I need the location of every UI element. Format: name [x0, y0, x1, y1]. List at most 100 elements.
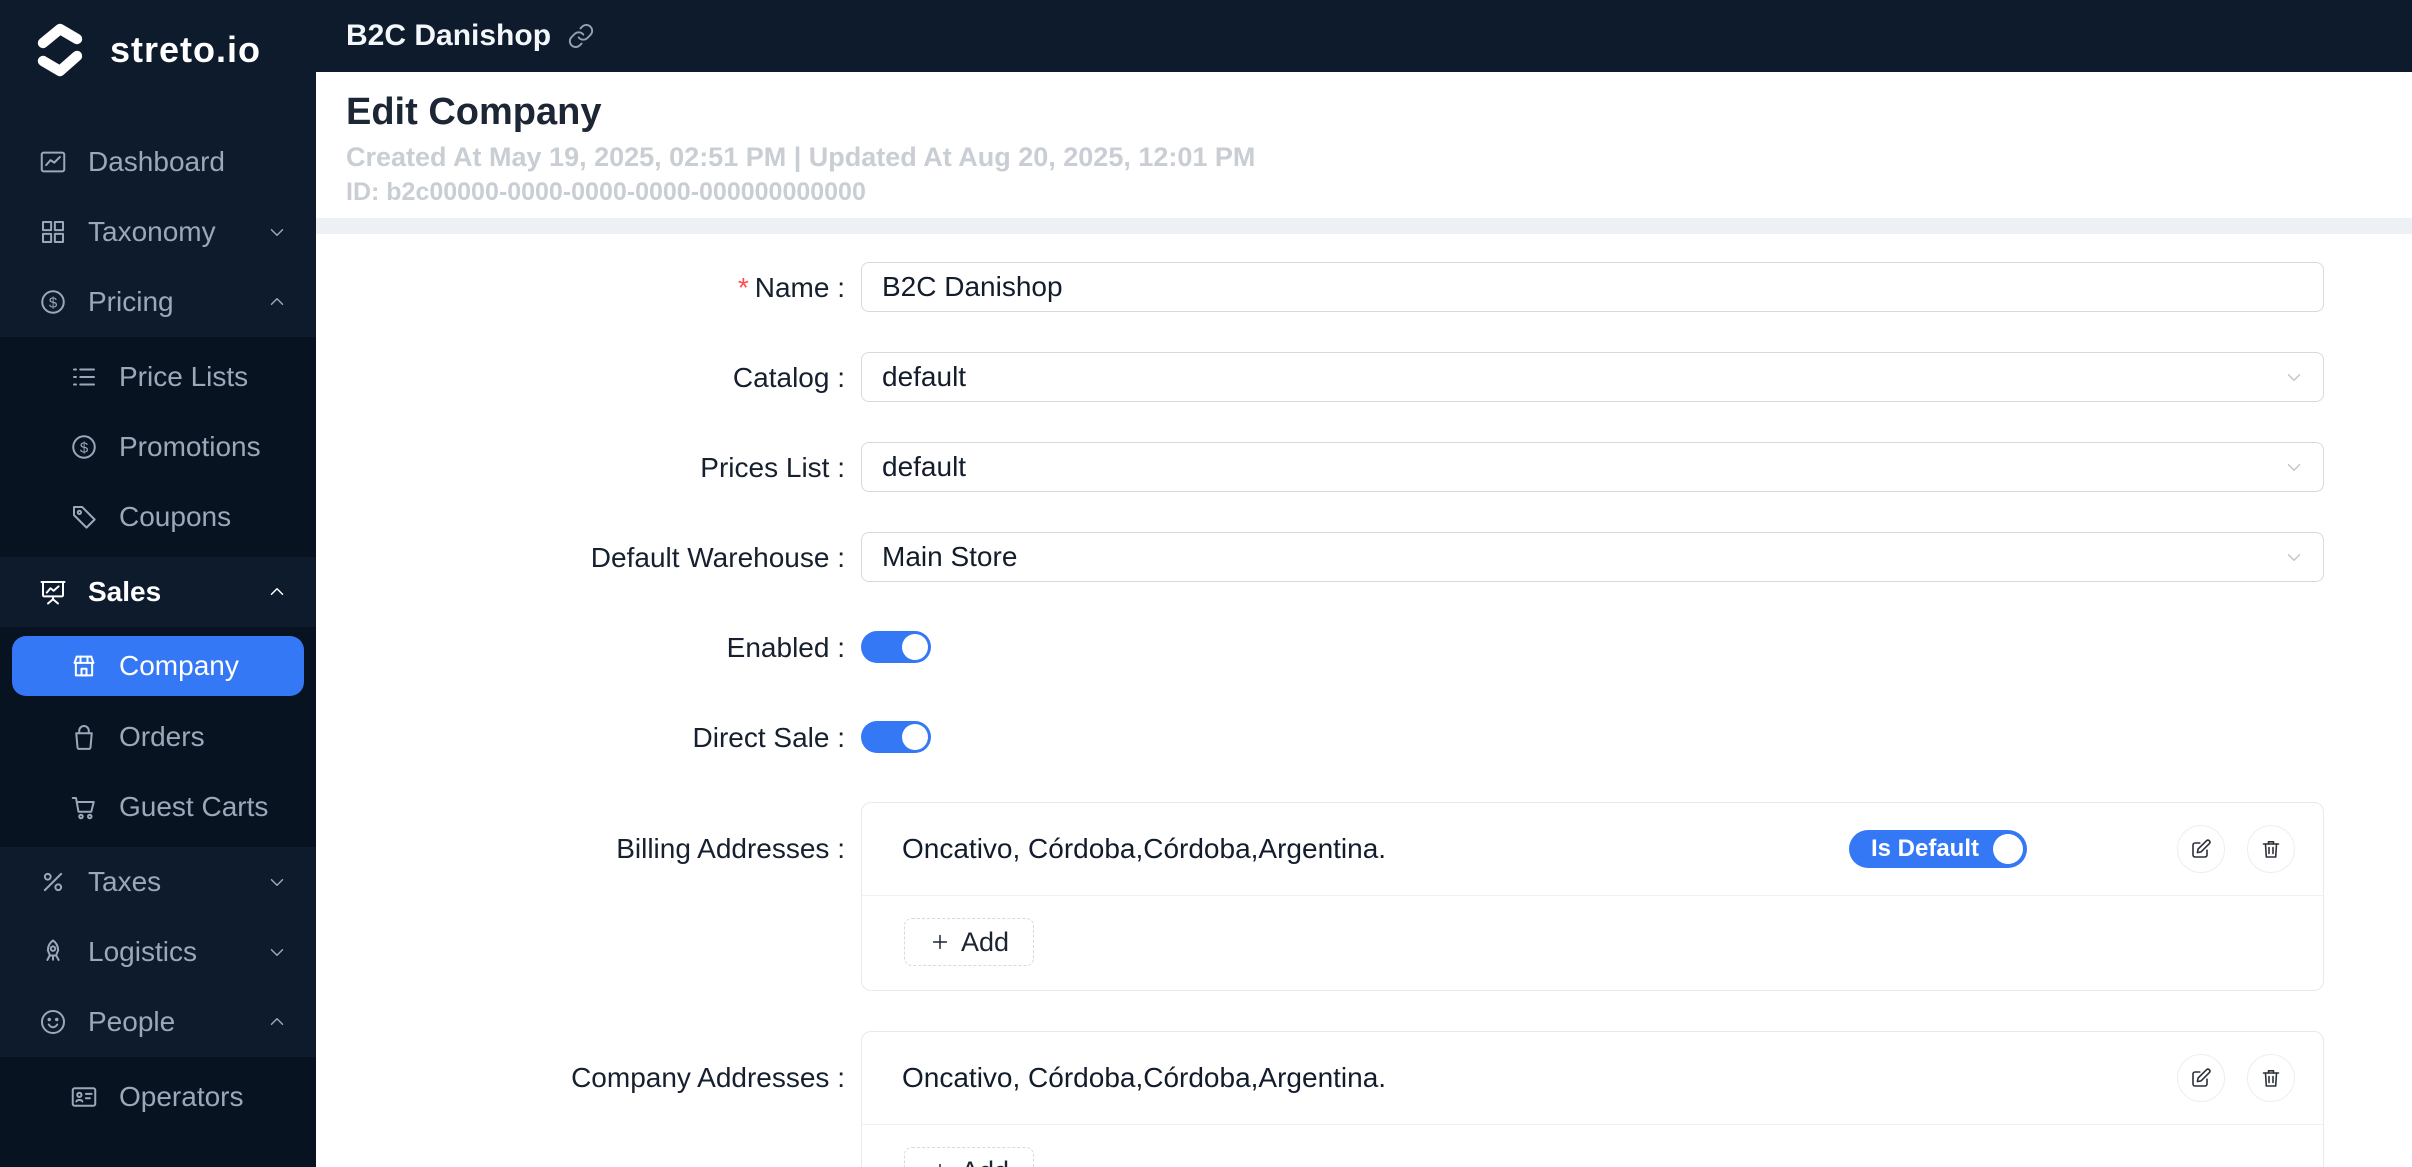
sidebar-item-label: Taxonomy [88, 216, 216, 247]
billing-address-text: Oncativo, Córdoba,Córdoba,Argentina. [902, 833, 1387, 864]
sidebar-item-label: Company [119, 650, 239, 681]
delete-address-button[interactable] [2247, 825, 2295, 873]
company-add-row: Add [862, 1125, 2323, 1167]
link-icon[interactable] [567, 22, 595, 50]
sidebar-item-dashboard[interactable]: Dashboard [0, 127, 316, 197]
sidebar-item-taxonomy[interactable]: Taxonomy [0, 197, 316, 267]
trash-icon [2262, 841, 2280, 858]
sidebar-item-sales[interactable]: Sales [0, 557, 316, 627]
app-root: streto.io Dashboard Taxonomy $ Pricing P… [0, 0, 2412, 1167]
catalog-select[interactable]: default [861, 352, 2324, 402]
created-updated-meta: Created At May 19, 2025, 02:51 PM | Upda… [346, 142, 1256, 172]
add-billing-address-button[interactable]: Add [904, 918, 1035, 966]
sidebar-item-company[interactable]: Company [12, 636, 304, 696]
coupons-icon [68, 501, 100, 533]
form-row-company-addresses: Company Addresses : Oncativo, Córdoba,Có… [316, 1031, 2412, 1167]
main-area: B2C Danishop Edit Company Created At May… [316, 0, 2412, 1167]
sidebar-item-people[interactable]: People [0, 987, 316, 1057]
company-address-text: Oncativo, Córdoba,Córdoba,Argentina. [902, 1062, 1387, 1093]
billing-address-actions [2177, 825, 2295, 873]
default-warehouse-select-value: Main Store [882, 541, 1018, 572]
billing-addresses-card: Oncativo, Córdoba,Córdoba,Argentina. Is … [861, 802, 2324, 991]
taxes-icon [37, 866, 69, 898]
sidebar-item-label: Sales [88, 576, 162, 607]
sidebar-item-pricing[interactable]: $ Pricing [0, 267, 316, 337]
guest-carts-icon [68, 791, 100, 823]
taxonomy-icon [37, 216, 69, 248]
people-submenu: Operators [0, 1057, 316, 1167]
company-addresses-label: Company Addresses : [571, 1062, 845, 1093]
streto-logo-icon [37, 23, 83, 77]
page-title: Edit Company [346, 91, 602, 133]
prices-list-select[interactable]: default [861, 442, 2324, 492]
operators-icon [68, 1081, 100, 1113]
logistics-icon [37, 936, 69, 968]
svg-text:$: $ [49, 294, 58, 311]
default-warehouse-select[interactable]: Main Store [861, 532, 2324, 582]
direct-sale-switch[interactable] [861, 721, 931, 753]
edit-address-button[interactable] [2177, 1054, 2225, 1102]
dashboard-icon [37, 146, 69, 178]
is-default-label: Is Default [1870, 835, 1979, 862]
promotions-icon: $ [68, 431, 100, 463]
logo[interactable]: streto.io [0, 0, 316, 100]
sidebar-item-promotions[interactable]: $ Promotions [0, 412, 316, 482]
sidebar-item-label: People [88, 1006, 176, 1037]
form-row-prices-list: Prices List : default [316, 442, 2412, 492]
page-header: Edit Company Created At May 19, 2025, 02… [316, 72, 2412, 218]
sidebar-item-label: Orders [119, 721, 205, 752]
sidebar-item-label: Taxes [88, 866, 162, 897]
name-input[interactable] [861, 262, 2324, 312]
sidebar-item-price-lists[interactable]: Price Lists [0, 342, 316, 412]
sidebar-item-label: Logistics [88, 936, 197, 967]
company-addresses-card: Oncativo, Córdoba,Córdoba,Argentina. [861, 1031, 2324, 1167]
switch-knob [902, 724, 928, 750]
sidebar-item-guest-carts[interactable]: Guest Carts [0, 772, 316, 842]
required-mark: * [737, 271, 749, 303]
edit-address-button[interactable] [2177, 825, 2225, 873]
prices-list-select-value: default [882, 451, 967, 482]
company-address-actions [2177, 1054, 2295, 1102]
form-row-billing-addresses: Billing Addresses : Oncativo, Córdoba,Có… [316, 802, 2412, 991]
is-default-toggle[interactable]: Is Default [1848, 830, 2027, 868]
form-row-enabled: Enabled : [316, 622, 2412, 672]
delete-address-button[interactable] [2247, 1054, 2295, 1102]
company-address-row: Oncativo, Córdoba,Córdoba,Argentina. [862, 1032, 2323, 1125]
sales-submenu: Company Orders Guest Carts [0, 627, 316, 847]
chevron-up-icon [266, 1011, 288, 1033]
enabled-label: Enabled : [726, 631, 845, 663]
record-id: ID: b2c00000-0000-0000-0000-000000000000 [346, 178, 866, 206]
sidebar-item-label: Coupons [119, 501, 232, 532]
sidebar-item-logistics[interactable]: Logistics [0, 917, 316, 987]
sidebar-item-orders[interactable]: Orders [0, 702, 316, 772]
chevron-up-icon [266, 581, 288, 603]
enabled-switch[interactable] [861, 631, 931, 663]
sidebar-item-label: Dashboard [88, 146, 225, 177]
catalog-select-value: default [882, 361, 967, 392]
sidebar-nav: Dashboard Taxonomy $ Pricing Price Lists… [0, 127, 316, 1167]
chevron-down-icon [266, 941, 288, 963]
header-divider [316, 218, 2412, 234]
edit-company-form: *Name : Catalog : default [316, 234, 2412, 1167]
svg-text:$: $ [80, 439, 89, 456]
sidebar: streto.io Dashboard Taxonomy $ Pricing P… [0, 0, 316, 1167]
chevron-down-icon [2283, 546, 2305, 568]
billing-addresses-label: Billing Addresses : [616, 833, 845, 864]
trash-icon [2262, 1070, 2280, 1087]
name-label: * Name : [737, 271, 845, 303]
topbar: B2C Danishop [316, 0, 2412, 72]
people-icon [37, 1006, 69, 1038]
pricing-submenu: Price Lists $ Promotions Coupons [0, 337, 316, 557]
add-company-address-button[interactable]: Add [904, 1147, 1035, 1167]
page-breadcrumb-title: B2C Danishop [346, 19, 552, 52]
sidebar-item-taxes[interactable]: Taxes [0, 847, 316, 917]
default-warehouse-label: Default Warehouse : [590, 541, 845, 573]
plus-icon [932, 934, 948, 950]
company-icon [68, 650, 100, 682]
sidebar-item-label: Pricing [88, 286, 174, 317]
sidebar-item-operators[interactable]: Operators [0, 1062, 316, 1132]
form-row-name: * Name : [316, 262, 2412, 312]
sidebar-item-coupons[interactable]: Coupons [0, 482, 316, 552]
pricing-icon: $ [37, 286, 69, 318]
chevron-down-icon [2283, 366, 2305, 388]
